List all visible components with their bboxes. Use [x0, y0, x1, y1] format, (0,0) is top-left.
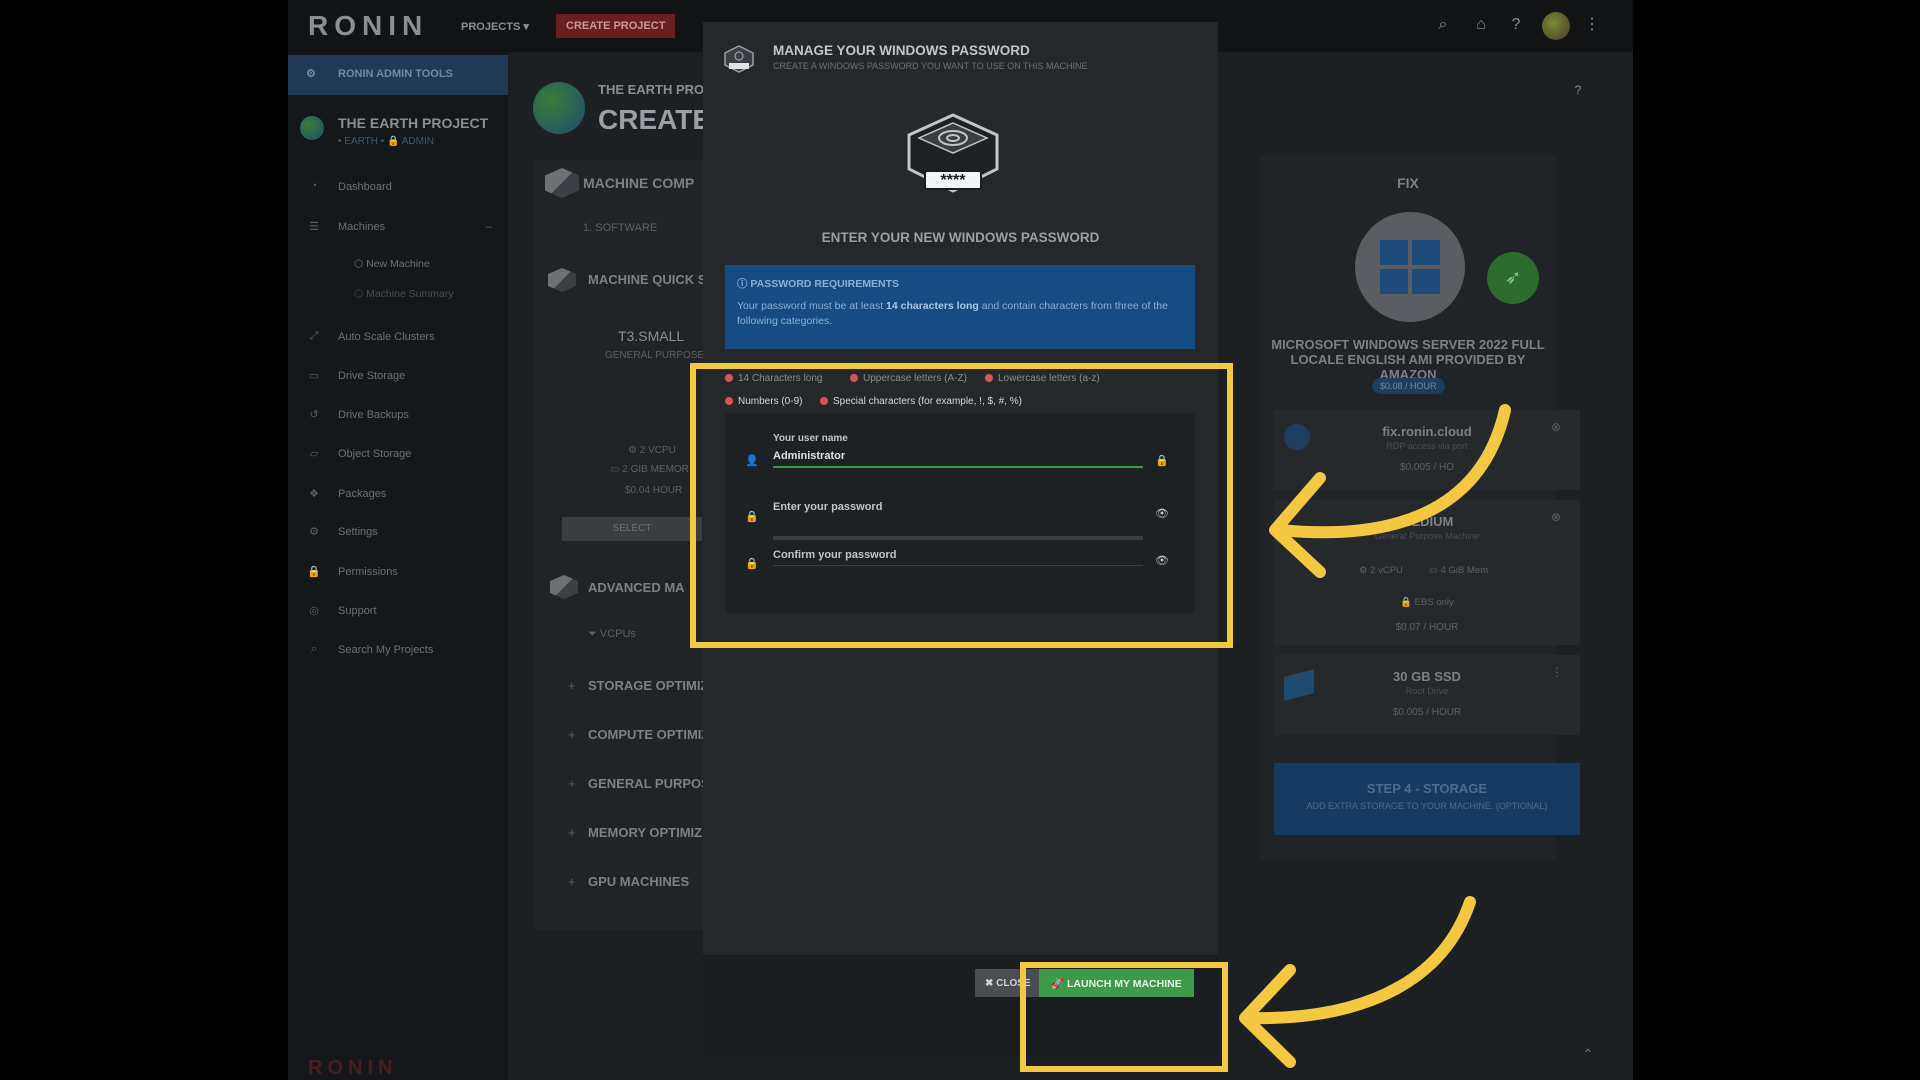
arrow-to-launch	[1244, 896, 1476, 1025]
arrow-to-form-head	[1269, 472, 1326, 578]
arrow-to-form	[1274, 404, 1511, 539]
annotation-arrows	[1239, 404, 1511, 1068]
